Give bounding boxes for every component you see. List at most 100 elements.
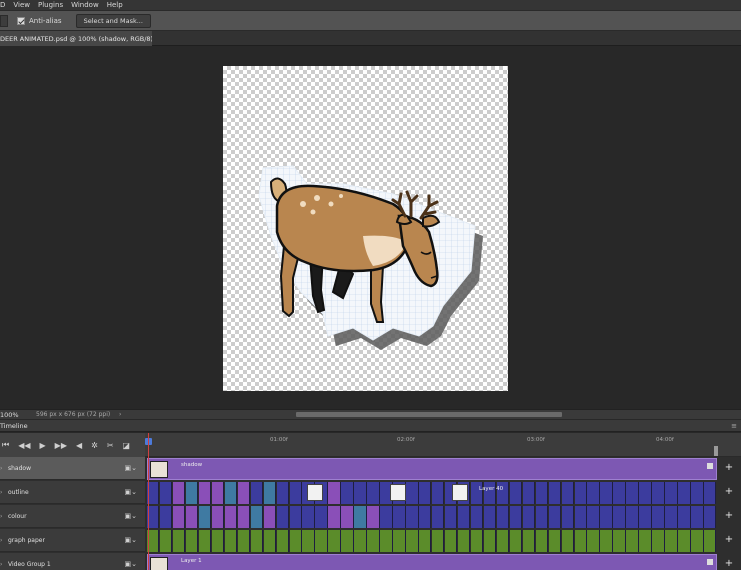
frame-clip[interactable] — [432, 482, 445, 504]
frame-clip[interactable] — [652, 482, 665, 504]
frame-clip[interactable] — [198, 482, 212, 504]
frame-clip[interactable] — [639, 530, 652, 552]
frame-clip[interactable] — [548, 506, 562, 528]
frame-clip[interactable] — [613, 530, 626, 552]
frame-clip[interactable] — [600, 482, 613, 504]
frame-clip[interactable] — [483, 506, 497, 528]
frame-clip[interactable] — [328, 506, 341, 528]
frame-clip[interactable] — [665, 506, 678, 528]
track-lane[interactable]: Layer 1 — [147, 554, 717, 570]
frame-clip[interactable] — [652, 530, 665, 552]
play-icon[interactable]: ▶ — [40, 441, 46, 450]
track-label[interactable]: › colour ▣⌄ — [0, 505, 145, 528]
track-lane[interactable] — [147, 506, 717, 528]
frame-clip[interactable] — [315, 530, 328, 552]
frame-clip[interactable] — [509, 482, 523, 504]
frame-clip[interactable] — [211, 506, 225, 528]
frame-clip[interactable] — [276, 530, 289, 552]
frame-clip[interactable] — [522, 482, 536, 504]
frame-clip[interactable] — [406, 482, 419, 504]
timeline-title[interactable]: Timeline — [0, 422, 28, 430]
frame-clip[interactable] — [691, 530, 704, 552]
frame-clip[interactable] — [341, 482, 354, 504]
horizontal-scrollbar[interactable] — [296, 412, 562, 417]
timeline-ruler[interactable]: 01:00f 02:00f 03:00f 04:00f — [145, 433, 741, 457]
frame-clip[interactable] — [432, 506, 445, 528]
frame-clip[interactable] — [185, 506, 199, 528]
frame-clip[interactable] — [328, 530, 341, 552]
frame-clip[interactable] — [678, 530, 691, 552]
frame-clip[interactable] — [470, 530, 484, 552]
frame-clip[interactable] — [509, 530, 523, 552]
frame-clip[interactable] — [444, 530, 458, 552]
tool-preset-box[interactable] — [0, 14, 8, 27]
menu-item-plugins[interactable]: Plugins — [38, 0, 63, 10]
frame-clip[interactable] — [159, 482, 173, 504]
frame-clip[interactable] — [302, 506, 315, 528]
frame-clip[interactable] — [354, 482, 367, 504]
frame-clip[interactable] — [561, 530, 574, 552]
film-icon[interactable]: ▣⌄ — [125, 464, 137, 472]
add-media-button[interactable]: + — [722, 462, 736, 473]
frame-clip[interactable] — [704, 530, 717, 552]
frame-clip[interactable] — [263, 506, 277, 528]
status-menu-arrow[interactable]: › — [119, 411, 121, 418]
frame-clip[interactable] — [172, 530, 186, 552]
first-frame-icon[interactable]: ⏮ — [2, 440, 9, 450]
track-label[interactable]: › graph paper ▣⌄ — [0, 529, 145, 552]
frame-clip[interactable] — [354, 530, 367, 552]
frame-clip[interactable] — [159, 506, 173, 528]
work-area-end-handle[interactable] — [714, 446, 718, 456]
frame-clip[interactable] — [587, 482, 600, 504]
frame-clip[interactable] — [522, 506, 536, 528]
frame-clip[interactable] — [185, 482, 199, 504]
frame-clip[interactable] — [626, 530, 639, 552]
frame-clip[interactable] — [665, 482, 678, 504]
frame-clip[interactable] — [406, 530, 419, 552]
frame-clip[interactable] — [704, 506, 717, 528]
chevron-right-icon[interactable]: › — [0, 561, 8, 568]
frame-clip[interactable] — [457, 506, 471, 528]
frame-clip[interactable] — [587, 530, 600, 552]
frame-clip[interactable] — [302, 530, 315, 552]
document-canvas[interactable] — [223, 66, 508, 391]
frame-clip[interactable] — [224, 506, 238, 528]
frame-clip[interactable] — [574, 482, 587, 504]
frame-clip[interactable] — [561, 506, 574, 528]
frame-clip[interactable] — [367, 506, 380, 528]
frame-clip[interactable] — [548, 482, 562, 504]
frame-clip[interactable] — [444, 506, 458, 528]
frame-clip[interactable] — [665, 530, 678, 552]
frame-clip[interactable] — [250, 506, 264, 528]
frame-clip[interactable] — [237, 482, 251, 504]
add-media-button[interactable]: + — [722, 558, 736, 569]
frame-clip[interactable] — [613, 506, 626, 528]
frame-clip[interactable] — [548, 530, 562, 552]
frame-clip[interactable] — [172, 506, 186, 528]
frame-clip[interactable] — [691, 482, 704, 504]
frame-clip[interactable] — [367, 530, 380, 552]
frame-clip[interactable] — [587, 506, 600, 528]
frame-clip[interactable] — [561, 482, 574, 504]
track-label[interactable]: › Video Group 1 ▣⌄ — [0, 553, 145, 570]
frame-clip[interactable] — [341, 506, 354, 528]
mute-icon[interactable]: ◀ — [76, 441, 82, 450]
frame-clip[interactable] — [237, 506, 251, 528]
chevron-right-icon[interactable]: › — [0, 513, 8, 520]
frame-clip[interactable] — [483, 530, 497, 552]
add-media-button[interactable]: + — [722, 534, 736, 545]
panel-menu-icon[interactable]: ≡ — [731, 422, 737, 430]
menu-item-help[interactable]: Help — [107, 0, 123, 10]
track-label[interactable]: › outline ▣⌄ — [0, 481, 145, 504]
video-clip[interactable]: Layer 1 — [147, 554, 717, 570]
frame-clip[interactable] — [289, 506, 302, 528]
frame-clip[interactable] — [678, 506, 691, 528]
settings-icon[interactable]: ✲ — [91, 441, 98, 450]
frame-clip[interactable] — [211, 482, 225, 504]
frame-clip[interactable] — [704, 482, 717, 504]
frame-clip[interactable] — [315, 506, 328, 528]
frame-clip[interactable] — [341, 530, 354, 552]
frame-clip[interactable] — [574, 506, 587, 528]
frame-clip[interactable] — [613, 482, 626, 504]
frame-clip[interactable] — [250, 530, 264, 552]
